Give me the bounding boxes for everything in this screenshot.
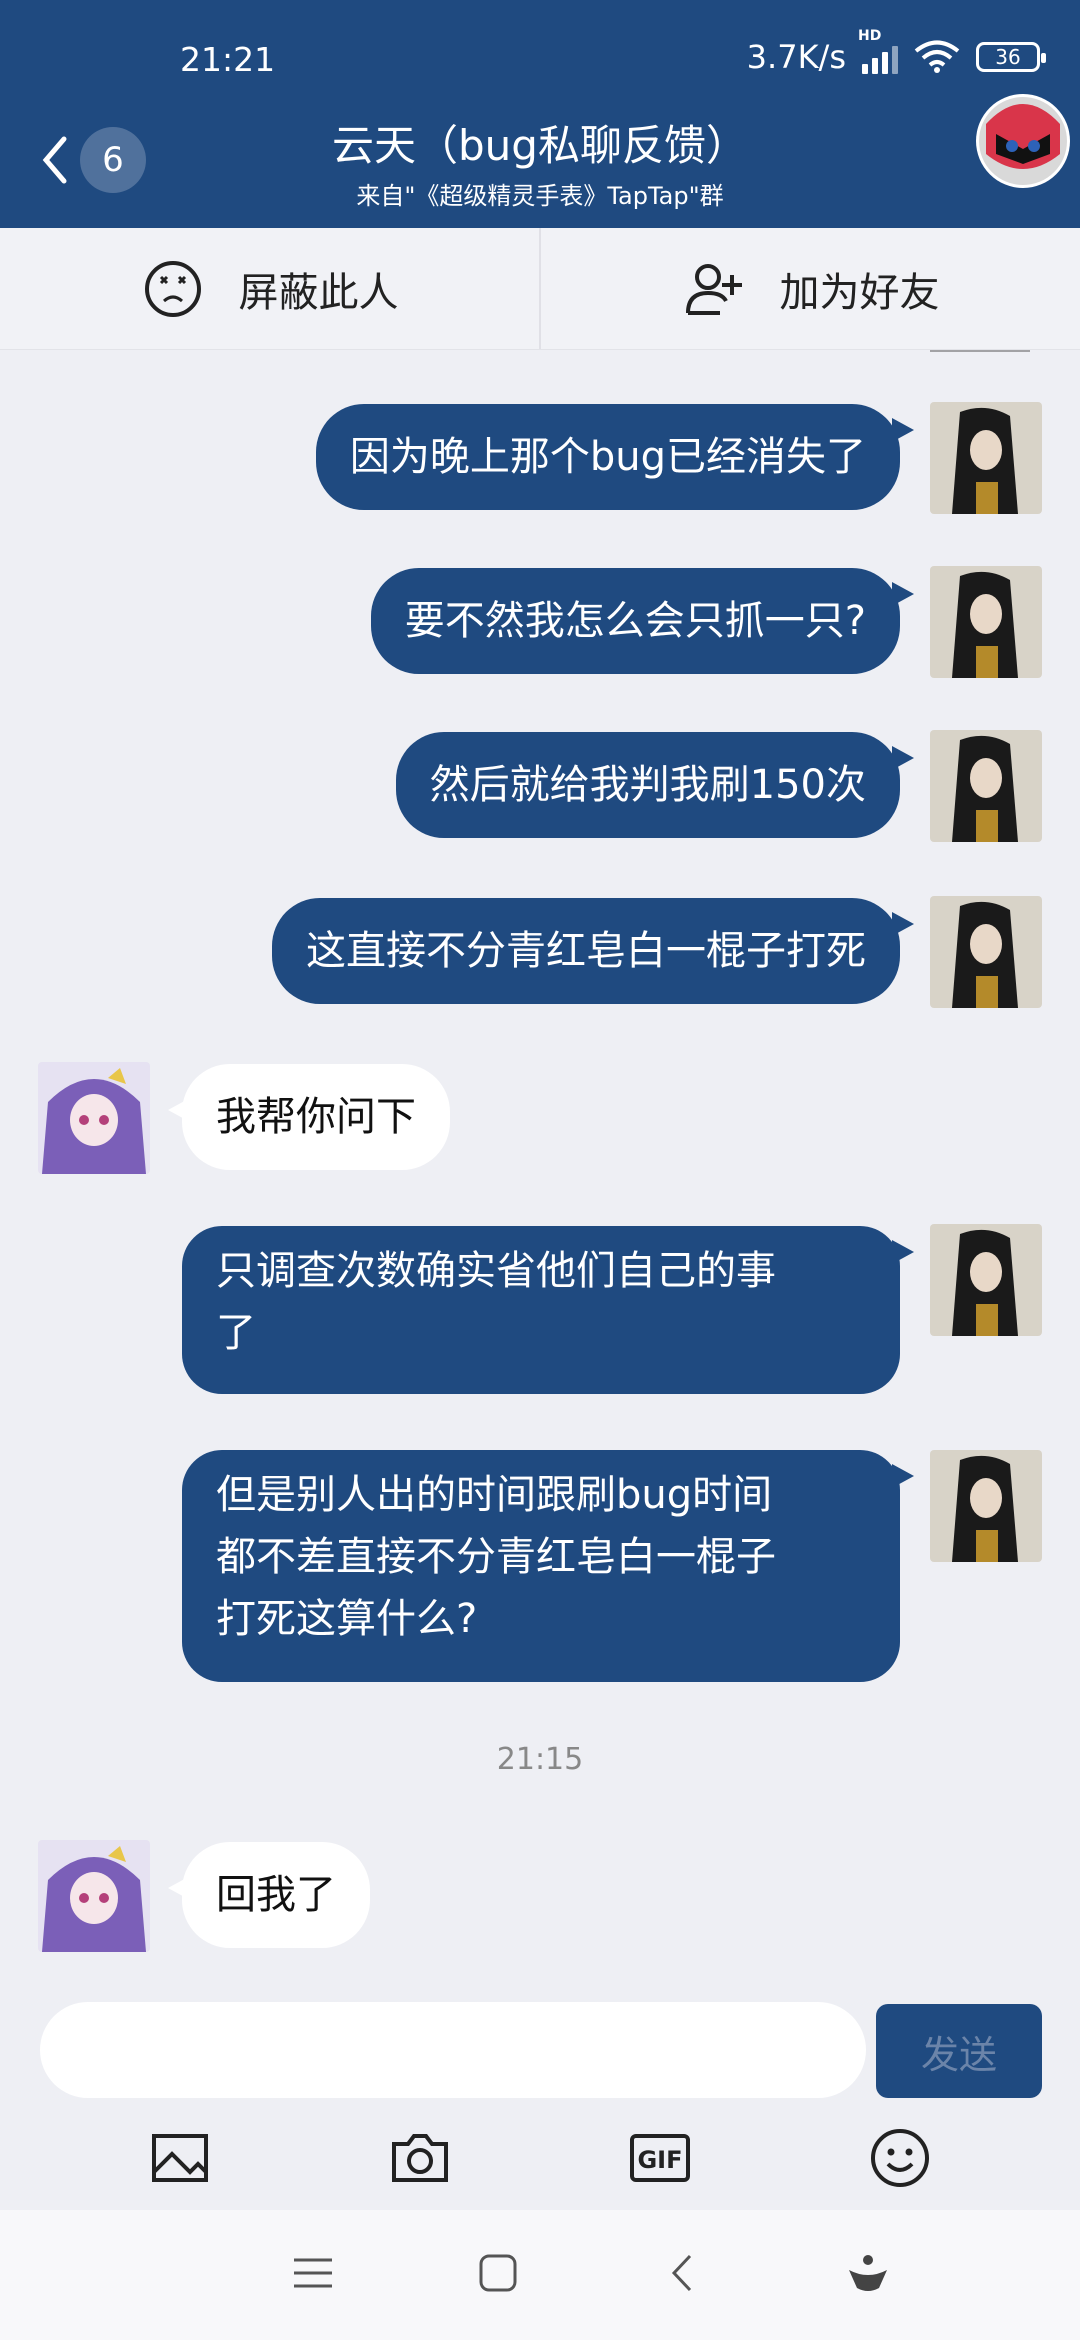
my-avatar[interactable] (930, 1450, 1042, 1562)
contact-avatar[interactable] (38, 1840, 150, 1952)
camera-icon[interactable] (388, 2126, 452, 2194)
status-indicators: 3.7K/s HD 36 (746, 28, 1046, 76)
add-user-icon (685, 263, 742, 315)
menu-icon[interactable] (288, 2248, 338, 2302)
chat-header: 21:21 3.7K/s HD 36 6 云天（bug私聊反馈） 来自"《超级精… (0, 0, 1080, 228)
battery-icon: 36 (976, 42, 1046, 72)
my-avatar[interactable] (930, 566, 1042, 678)
message-bubble[interactable]: 只调查次数确实省他们自己的事 了 (182, 1226, 914, 1394)
block-user-button[interactable]: 屏蔽此人 (0, 228, 539, 349)
system-nav-bar (0, 2210, 1080, 2340)
mask-icon (979, 97, 1067, 185)
add-friend-label: 加为好友 (779, 269, 940, 316)
send-button[interactable]: 发送 (876, 2004, 1042, 2098)
message-bubble[interactable]: 因为晚上那个bug已经消失了 (315, 404, 915, 510)
chat-subtitle: 来自"《超级精灵手表》TapTap"群 (356, 182, 724, 210)
wifi-icon (914, 40, 960, 73)
message-bubble[interactable]: 这直接不分青红皂白一棍子打死 (272, 898, 914, 1004)
message-bubble[interactable]: 要不然我怎么会只抓一只? (370, 568, 915, 674)
contact-avatar[interactable] (38, 1062, 150, 1174)
battery-level: 36 (995, 45, 1021, 69)
add-friend-button[interactable]: 加为好友 (541, 228, 1080, 349)
chat-area[interactable]: 因为晚上那个bug已经消失了 要不然我怎么会只抓一只? 然后就给我判我刷150次… (0, 350, 1080, 1990)
block-user-label: 屏蔽此人 (238, 269, 399, 316)
gif-icon[interactable]: GIF (628, 2126, 692, 2194)
message-line: 了 (216, 1310, 256, 1356)
network-speed: 3.7K/s (746, 38, 846, 76)
message-input[interactable] (40, 2002, 866, 2098)
hd-label: HD (858, 28, 882, 44)
message-bubble[interactable]: 然后就给我判我刷150次 (395, 732, 915, 838)
composer: 发送 (0, 1990, 1080, 2110)
message-bubble[interactable]: 但是别人出的时间跟刷bug时间 都不差直接不分青红皂白一棍子 打死这算什么? (182, 1450, 914, 1682)
profile-avatar[interactable] (976, 94, 1070, 188)
emoji-icon[interactable] (868, 2126, 932, 2194)
image-icon[interactable] (148, 2126, 212, 2194)
message-bubble[interactable]: 我帮你问下 (168, 1064, 450, 1170)
message-line: 但是别人出的时间跟刷bug时间 (216, 1472, 773, 1518)
svg-text:GIF: GIF (637, 2146, 682, 2174)
message-line: 都不差直接不分青红皂白一棍子 (216, 1534, 776, 1580)
my-avatar[interactable] (930, 896, 1042, 1008)
scroll-remnant (930, 350, 1030, 352)
assistant-icon[interactable] (843, 2248, 893, 2302)
status-time: 21:21 (180, 40, 276, 79)
signal-icon: HD (858, 28, 898, 74)
block-face-icon (144, 260, 201, 317)
my-avatar[interactable] (930, 402, 1042, 514)
chat-title: 云天（bug私聊反馈） (332, 121, 748, 170)
message-bubble[interactable]: 回我了 (168, 1842, 370, 1948)
composer-toolbar: GIF (0, 2110, 1080, 2210)
nav-back-icon[interactable] (658, 2248, 708, 2302)
action-bar: 屏蔽此人 加为好友 (0, 228, 1080, 350)
message-line: 打死这算什么? (216, 1596, 478, 1642)
my-avatar[interactable] (930, 1224, 1042, 1336)
message-line: 只调查次数确实省他们自己的事 (216, 1248, 776, 1294)
my-avatar[interactable] (930, 730, 1042, 842)
home-icon[interactable] (473, 2248, 523, 2302)
time-divider: 21:15 (496, 1742, 584, 1777)
